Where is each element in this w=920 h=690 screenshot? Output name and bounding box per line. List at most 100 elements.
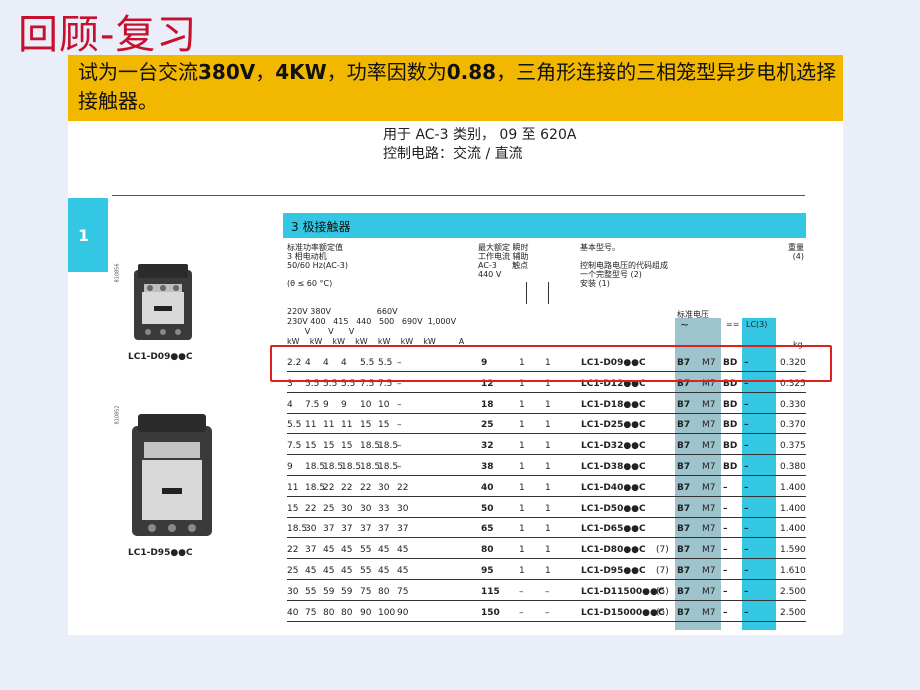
table-cell: – — [723, 524, 728, 535]
table-cell: 1 — [545, 503, 551, 514]
table-cell: 0.330 — [780, 399, 806, 410]
table-cell: 95 — [481, 566, 494, 576]
table-cell: (5) — [656, 586, 669, 597]
voltage-row3: V V V — [287, 327, 355, 336]
weight-header: 重量 (4) — [788, 243, 804, 261]
table-cell: BD — [723, 399, 738, 410]
table-cell: 18.5 — [378, 462, 399, 472]
table-cell: 9 — [287, 462, 293, 472]
table-row: 11 18.5 22 22 22 30 22 40 1 1 LC1-D40●●C B7 M7– –1.40… — [287, 480, 806, 497]
table-cell: 25 — [323, 503, 335, 514]
table-cell: 30 — [305, 524, 317, 535]
table-cell: 80 — [323, 607, 335, 618]
table-cell: 9 — [323, 399, 329, 410]
table-cell: 18.5 — [341, 462, 362, 472]
table-row: 15 22 25 30 30 33 30 50 1 1 LC1-D50●●C B7 M7– –1.400 — [287, 501, 806, 518]
slide-title: 回顾-复习 — [18, 12, 198, 58]
table-cell: B7 — [677, 566, 691, 576]
table-cell: 115 — [481, 586, 500, 597]
table-cell: 11 — [305, 420, 317, 431]
table-cell: 80 — [378, 586, 390, 597]
table-cell: 25 — [481, 420, 494, 431]
table-cell: B7 — [677, 482, 691, 493]
table-cell: 45 — [323, 545, 335, 556]
table-cell: M7 — [702, 420, 716, 431]
contactor-d95-image — [132, 414, 212, 536]
model-header: 基本型号。 控制电路电压的代码组成 一个完整型号 (2) 安装 (1) — [580, 243, 668, 288]
table-row: 18.5 30 37 37 37 37 37 65 1 1 LC1-D65●●C B7 M7– –1.40… — [287, 521, 806, 539]
table-cell: B7 — [677, 441, 691, 452]
table-cell: 75 — [360, 586, 372, 597]
table-cell: 37 — [323, 524, 335, 535]
table-cell: 1 — [545, 566, 551, 576]
table-cell: 1 — [519, 462, 525, 472]
table-cell: B7 — [677, 462, 691, 472]
table-cell: (5) — [656, 607, 669, 618]
table-cell: 1 — [519, 441, 525, 452]
table-cell: 32 — [481, 441, 494, 452]
table-cell: 45 — [323, 566, 335, 576]
table-cell: 90 — [360, 607, 372, 618]
table-cell: 2.500 — [780, 586, 806, 597]
table-cell: 15 — [341, 441, 353, 452]
table-cell: – — [744, 586, 749, 597]
table-cell: 45 — [397, 545, 409, 556]
table-cell: – — [744, 607, 749, 618]
table-cell: – — [723, 566, 728, 576]
catalog-header-line2: 控制电路：交流 / 直流 — [383, 146, 523, 162]
table-cell: 1.400 — [780, 482, 806, 493]
divider — [112, 195, 805, 196]
row-underline — [287, 454, 806, 456]
table-cell: 45 — [341, 545, 353, 556]
table-cell: 100 — [378, 607, 396, 618]
row-underline — [287, 516, 806, 518]
table-cell: M7 — [702, 586, 716, 597]
table-cell: 7.5 — [287, 441, 302, 452]
table-cell: 22 — [397, 482, 409, 493]
table-cell: 11 — [341, 420, 353, 431]
table-cell: 75 — [305, 607, 317, 618]
table-cell: 1 — [519, 566, 525, 576]
table-cell: M7 — [702, 399, 716, 410]
table-cell: – — [744, 545, 749, 556]
table-cell: – — [744, 566, 749, 576]
dc-symbol: == — [726, 320, 740, 329]
table-row: 9 18.5 18.5 18.5 18.5 18.5–38 1 1 LC1-D38●●C B7 M7… — [287, 459, 806, 476]
voltage-row1: 220V 380V 660V — [287, 307, 398, 316]
table-cell: M7 — [702, 545, 716, 556]
table-cell: 59 — [323, 586, 335, 597]
table-cell: – — [744, 524, 749, 535]
table-cell: LC1-D11500●●C — [581, 586, 665, 597]
table-cell: 0.380 — [780, 462, 806, 472]
row-underline — [287, 599, 806, 601]
product-label-d95: LC1-D95●●C — [128, 548, 193, 558]
table-cell: M7 — [702, 524, 716, 535]
table-cell: LC1-D38●●C — [581, 462, 646, 472]
table-cell: 15 — [360, 420, 372, 431]
table-cell: 90 — [397, 607, 409, 618]
table-cell: 33 — [378, 503, 390, 514]
table-cell: – — [723, 482, 728, 493]
table-cell: 15 — [287, 503, 299, 514]
table-cell: 50 — [481, 503, 494, 514]
row-underline — [287, 558, 806, 560]
table-cell: 1 — [545, 441, 551, 452]
table-cell: 37 — [360, 524, 372, 535]
table-cell: – — [723, 607, 728, 618]
contact-nc-icon — [548, 282, 549, 304]
table-cell: LC1-D32●●C — [581, 441, 646, 452]
table-row: 4 7.5 9 9 10 10–18 1 1 LC1-D18●●C B7 M7 BD –0.330 — [287, 397, 806, 414]
table-cell: (7) — [656, 545, 669, 556]
table-cell: 1 — [519, 420, 525, 431]
table-cell: – — [744, 399, 749, 410]
table-cell: 11 — [323, 420, 335, 431]
row-underline — [287, 537, 806, 539]
table-cell: LC1-D40●●C — [581, 482, 646, 493]
row-underline — [287, 579, 806, 580]
table-cell: BD — [723, 420, 738, 431]
table-cell: – — [723, 503, 728, 514]
table-cell: M7 — [702, 482, 716, 493]
table-cell: BD — [723, 441, 738, 452]
table-cell: 7.5 — [305, 399, 320, 410]
product-label-d09: LC1-D09●●C — [128, 352, 193, 362]
